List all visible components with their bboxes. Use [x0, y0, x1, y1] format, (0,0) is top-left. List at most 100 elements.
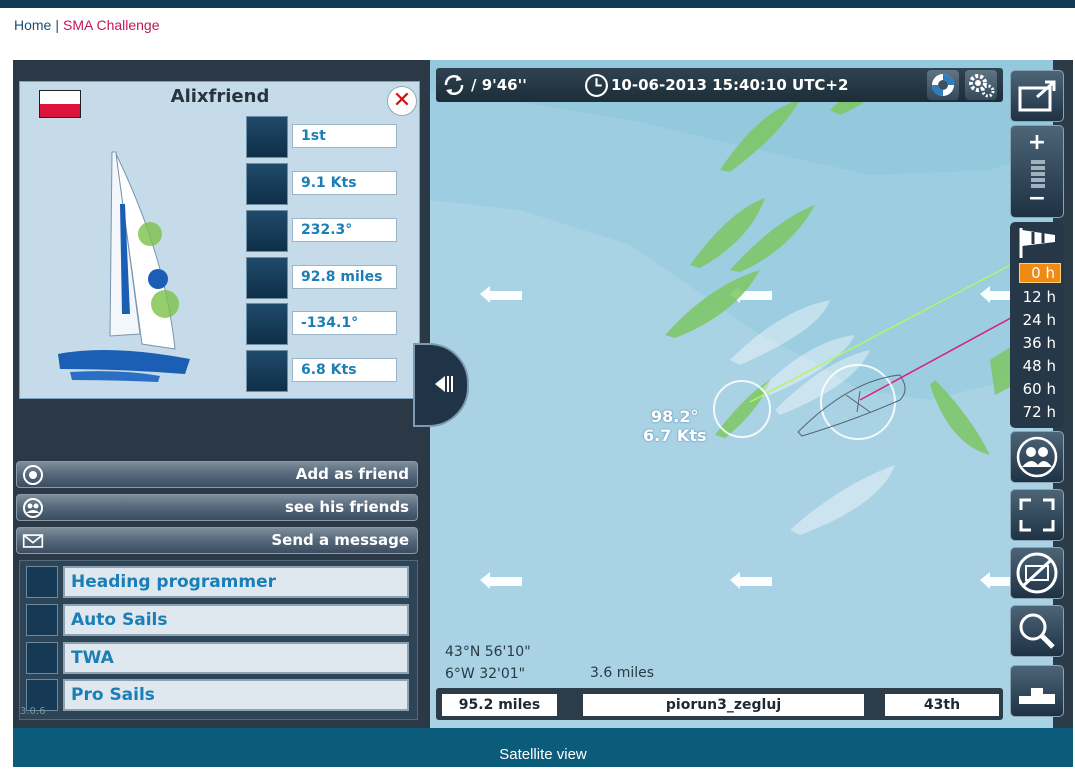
footer-rank: 43th [885, 694, 999, 716]
settings-button[interactable] [965, 70, 997, 100]
stat-wind-value: 6.8 Kts [292, 358, 397, 382]
stat-speed-value: 9.1 Kts [292, 171, 397, 195]
podium-icon [1019, 688, 1055, 704]
forecast-hour-36[interactable]: 36 h [1023, 334, 1056, 352]
stat-heading: 232.3° [246, 210, 401, 252]
boat-heading-label: 98.2° 6.7 Kts [643, 407, 706, 445]
compass-icon [246, 210, 288, 252]
stat-wind: 6.8 Kts [246, 350, 401, 392]
lifebuoy-icon [932, 74, 954, 96]
stat-rank: 1st [246, 116, 401, 158]
right-toolbar: + − 0 h 12 h 24 h 36 h 48 h 60 h 72 h [1008, 65, 1068, 728]
player-flag [39, 90, 81, 118]
auto-sails-button[interactable]: Auto Sails [63, 604, 409, 636]
windsock-icon [246, 350, 288, 392]
no-mail-icon [1016, 552, 1058, 594]
tool-auto-sails: Auto Sails [26, 604, 411, 636]
stat-twa-value: -134.1° [292, 311, 397, 335]
stat-speed: 9.1 Kts [246, 163, 401, 205]
race-map[interactable] [430, 60, 1053, 728]
collapse-left-icon [435, 376, 453, 392]
lifebuoy-button[interactable] [927, 70, 959, 100]
search-button[interactable] [1010, 605, 1064, 657]
wind-forecast-panel: 0 h 12 h 24 h 36 h 48 h 60 h 72 h [1010, 222, 1064, 428]
finish-flag-icon [246, 257, 288, 299]
version-label: 3.0.6 [20, 706, 46, 717]
map-canvas [430, 60, 1053, 589]
wind-angle-icon [246, 303, 288, 345]
send-message-button[interactable]: Send a message [16, 527, 418, 554]
friends-icon [1016, 436, 1058, 478]
friends-button[interactable] [1010, 431, 1064, 483]
forecast-hour-72[interactable]: 72 h [1023, 403, 1056, 421]
stat-distance-value: 92.8 miles [292, 265, 397, 289]
tool-pro-sails: Pro Sails [26, 679, 411, 711]
envelope-icon [22, 534, 44, 548]
player-card: Alixfriend ✕ 1st 9.1 Kts 232.3° 92.8 mil… [19, 81, 420, 399]
refresh-timer: / 9'46'' [471, 76, 527, 94]
popout-button[interactable] [1010, 70, 1064, 122]
forecast-hour-60[interactable]: 60 h [1023, 380, 1056, 398]
breadcrumb: Home | SMA Challenge [14, 17, 160, 33]
breadcrumb-home-link[interactable]: Home [14, 17, 51, 33]
breadcrumb-current[interactable]: SMA Challenge [63, 17, 160, 33]
zoom-control: + − [1010, 125, 1064, 218]
sails-icon [26, 604, 58, 636]
forecast-hour-24[interactable]: 24 h [1023, 311, 1056, 329]
top-banner-strip [0, 0, 1075, 8]
search-icon [1019, 613, 1055, 649]
boat-heading: 98.2° [651, 407, 699, 426]
close-button[interactable]: ✕ [387, 86, 417, 116]
compass-icon [26, 566, 58, 598]
map-footer: 95.2 miles piorun3_zegluj 43th [436, 688, 1003, 720]
add-friend-icon [23, 465, 43, 485]
tool-heading-programmer: Heading programmer [26, 566, 411, 598]
player-panel: Alixfriend ✕ 1st 9.1 Kts 232.3° 92.8 mil… [13, 60, 430, 728]
race-datetime: 10-06-2013 15:40:10 UTC+2 [611, 76, 849, 94]
add-friend-label: Add as friend [295, 465, 409, 483]
footer-player-name: piorun3_zegluj [583, 694, 864, 716]
wind-arrow-icon [480, 572, 522, 589]
coord-lat: 43°N 56'10" [445, 644, 531, 660]
friends-icon [23, 498, 43, 518]
add-friend-button[interactable]: Add as friend [16, 461, 418, 488]
refresh-icon[interactable] [442, 73, 466, 97]
boat-image [58, 151, 190, 382]
sailboat-speed-icon [246, 163, 288, 205]
stat-distance: 92.8 miles [246, 257, 401, 299]
twa-button[interactable]: TWA [63, 642, 409, 674]
breadcrumb-separator: | [55, 17, 59, 33]
footer-distance: 95.2 miles [442, 694, 557, 716]
boat-speed: 6.7 Kts [643, 426, 707, 445]
player-name: Alixfriend [170, 86, 270, 107]
map-scale: 3.6 miles [590, 665, 655, 681]
forecast-hour-0[interactable]: 0 h [1019, 263, 1061, 283]
hide-messages-button[interactable] [1010, 547, 1064, 599]
expand-icon [1019, 498, 1055, 532]
stat-twa: -134.1° [246, 303, 401, 345]
fullscreen-button[interactable] [1010, 489, 1064, 541]
pro-sails-button[interactable]: Pro Sails [63, 679, 409, 711]
tool-twa: TWA [26, 642, 411, 674]
gear-icon [969, 74, 995, 98]
send-message-label: Send a message [271, 531, 409, 549]
satellite-view-button[interactable]: Satellite view [13, 728, 1073, 767]
sailing-tools: Heading programmer Auto Sails TWA Pro Sa… [19, 560, 418, 720]
clock-icon [585, 74, 608, 97]
forecast-hour-12[interactable]: 12 h [1023, 288, 1056, 306]
see-friends-button[interactable]: see his friends [16, 494, 418, 521]
stat-heading-value: 232.3° [292, 218, 397, 242]
zoom-in-button[interactable]: + [1011, 130, 1063, 155]
ranking-button[interactable] [1010, 665, 1064, 717]
zoom-out-button[interactable]: − [1011, 186, 1063, 211]
forecast-hour-48[interactable]: 48 h [1023, 357, 1056, 375]
external-window-icon [1018, 80, 1056, 112]
wind-arrow-icon [730, 572, 772, 589]
stat-rank-value: 1st [292, 124, 397, 148]
podium-icon [246, 116, 288, 158]
twa-icon [26, 642, 58, 674]
see-friends-label: see his friends [284, 498, 409, 516]
game-frame: / 9'46'' 10-06-2013 15:40:10 UTC+2 98.2°… [13, 60, 1073, 728]
windsock-icon [1019, 228, 1055, 258]
heading-programmer-button[interactable]: Heading programmer [63, 566, 409, 598]
